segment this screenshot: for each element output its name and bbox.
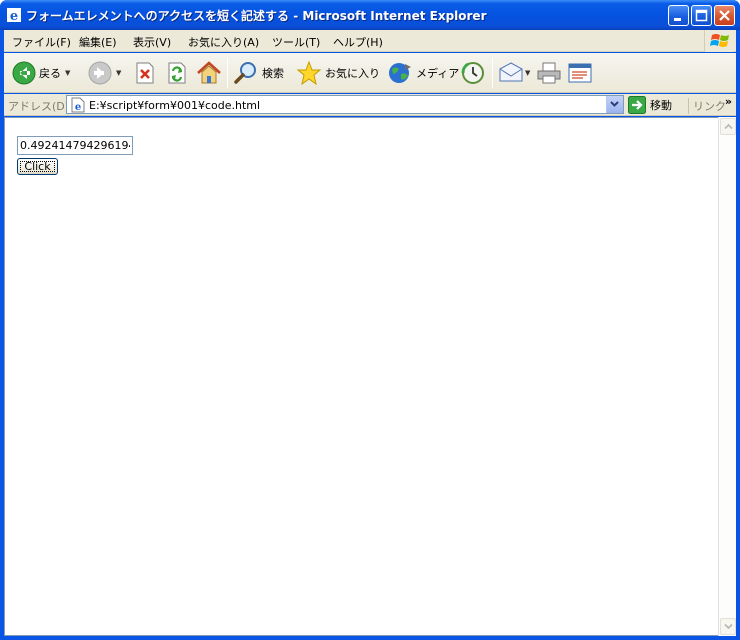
svg-text:e: e — [75, 102, 81, 113]
windows-logo — [704, 30, 734, 52]
value-text-field[interactable] — [17, 136, 133, 155]
media-label: メディア — [416, 67, 460, 80]
address-input[interactable]: e E:¥script¥form¥001¥code.html — [66, 95, 624, 114]
go-arrow-icon — [628, 96, 646, 114]
menu-bar: ファイル(F) 編集(E) 表示(V) お気に入り(A) ツール(T) ヘルプ(… — [4, 30, 736, 52]
go-label: 移動 — [650, 99, 672, 112]
mail-dropdown-icon[interactable]: ▼ — [525, 69, 530, 77]
favorites-star-icon — [296, 60, 322, 86]
back-dropdown-icon[interactable]: ▼ — [65, 69, 70, 77]
mail-icon — [499, 62, 523, 82]
address-dropdown-button[interactable] — [606, 96, 623, 113]
scroll-down-button[interactable] — [720, 618, 736, 635]
stop-icon — [136, 62, 154, 84]
minimize-icon — [674, 18, 681, 21]
click-button[interactable]: Click — [17, 158, 58, 175]
internet-explorer-icon: e — [7, 8, 21, 23]
home-icon — [197, 61, 221, 84]
stop-button[interactable] — [134, 53, 156, 93]
menu-view[interactable]: 表示(V) — [133, 34, 171, 50]
menu-help[interactable]: ヘルプ(H) — [333, 34, 383, 50]
media-button[interactable]: メディア — [387, 53, 459, 93]
back-arrow-icon — [12, 61, 36, 85]
menu-tools[interactable]: ツール(T) — [272, 34, 320, 50]
mail-button[interactable]: ▼ — [498, 53, 530, 93]
search-label: 検索 — [262, 67, 284, 80]
back-label: 戻る — [39, 67, 61, 80]
browser-window: e フォームエレメントへのアクセスを短く記述する - Microsoft Int… — [0, 0, 740, 640]
toolbar-separator — [492, 58, 493, 88]
forward-dropdown-icon[interactable]: ▼ — [116, 69, 121, 77]
address-bar: アドレス(D) e E:¥script¥form¥001¥code.html 移… — [4, 94, 736, 116]
standard-toolbar: 戻る ▼ ▼ 検索 お気に入り メディア ▼ — [4, 53, 736, 93]
vertical-scrollbar[interactable] — [718, 117, 736, 636]
page-content: Click — [4, 117, 718, 636]
media-globe-icon — [389, 63, 411, 83]
refresh-button[interactable] — [166, 53, 188, 93]
svg-text:e: e — [10, 9, 18, 23]
links-more-icon[interactable]: » — [725, 95, 732, 108]
chevron-down-icon — [724, 623, 733, 630]
menu-favorites[interactable]: お気に入り(A) — [188, 34, 259, 50]
refresh-icon — [168, 62, 186, 84]
history-button[interactable] — [460, 53, 486, 93]
forward-button[interactable]: ▼ — [88, 53, 121, 93]
print-button[interactable] — [536, 53, 562, 93]
scroll-up-button[interactable] — [720, 118, 736, 135]
home-button[interactable] — [196, 53, 222, 93]
page-icon: e — [71, 97, 85, 113]
search-button[interactable]: 検索 — [233, 53, 284, 93]
history-icon — [461, 62, 484, 84]
edit-window-icon — [568, 63, 592, 83]
menu-file[interactable]: ファイル(F) — [12, 34, 71, 50]
close-icon — [719, 10, 730, 21]
forward-arrow-icon — [88, 61, 112, 85]
minimize-button[interactable] — [668, 5, 689, 26]
title-bar[interactable]: e フォームエレメントへのアクセスを短く記述する - Microsoft Int… — [0, 0, 740, 30]
back-button[interactable]: 戻る ▼ — [12, 53, 70, 93]
maximize-icon — [695, 9, 708, 22]
windows-flag-icon — [710, 34, 729, 47]
printer-icon — [537, 62, 561, 84]
address-url: E:¥script¥form¥001¥code.html — [89, 99, 261, 112]
favorites-label: お気に入り — [325, 67, 380, 80]
address-label: アドレス(D) — [8, 100, 70, 113]
menu-edit[interactable]: 編集(E) — [79, 34, 117, 50]
maximize-button[interactable] — [691, 5, 712, 26]
close-button[interactable] — [714, 5, 735, 26]
chevron-down-icon — [610, 101, 619, 107]
edit-button[interactable] — [567, 53, 593, 93]
links-button[interactable]: リンク — [688, 98, 726, 114]
favorites-button[interactable]: お気に入り — [296, 53, 380, 93]
chevron-up-icon — [724, 123, 733, 130]
window-title: フォームエレメントへのアクセスを短く記述する - Microsoft Inter… — [26, 9, 487, 23]
go-button[interactable]: 移動 — [628, 96, 672, 114]
toolbar-separator — [227, 58, 228, 88]
search-icon — [234, 62, 256, 84]
